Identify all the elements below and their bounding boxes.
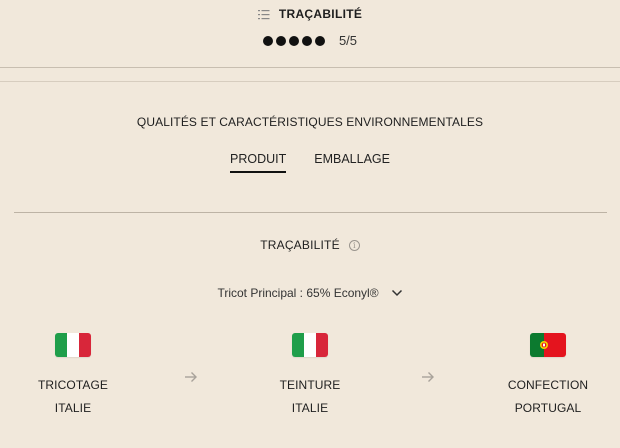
divider bbox=[0, 81, 620, 82]
rating-score: 5/5 bbox=[338, 33, 358, 48]
info-icon[interactable]: i bbox=[348, 239, 360, 251]
summary-title-label: TRAÇABILITÉ bbox=[278, 7, 363, 21]
traceability-summary: TRAÇABILITÉ 5/5 bbox=[0, 0, 620, 68]
list-icon bbox=[257, 9, 270, 20]
rating: 5/5 bbox=[0, 33, 620, 48]
rating-dot bbox=[301, 35, 312, 46]
step-country: PORTUGAL bbox=[514, 401, 582, 415]
trace-step-teinture: TEINTURE ITALIE bbox=[245, 333, 375, 415]
trace-step-confection: CONFECTION PORTUGAL bbox=[483, 333, 613, 415]
step-country: ITALIE bbox=[54, 401, 92, 415]
step-label: TRICOTAGE bbox=[37, 378, 108, 392]
traceability-heading: TRAÇABILITÉ i bbox=[0, 238, 620, 252]
material-selector[interactable]: Tricot Principal : 65% Econyl® bbox=[0, 286, 620, 300]
divider bbox=[14, 212, 607, 213]
tab-bar: PRODUIT EMBALLAGE bbox=[0, 152, 620, 173]
arrow-right-icon bbox=[184, 371, 198, 383]
step-label: TEINTURE bbox=[279, 378, 341, 392]
italy-flag-icon bbox=[292, 333, 328, 357]
italy-flag-icon bbox=[55, 333, 91, 357]
rating-dots bbox=[262, 35, 325, 46]
step-label: CONFECTION bbox=[507, 378, 589, 392]
rating-dot bbox=[262, 35, 273, 46]
tab-produit[interactable]: PRODUIT bbox=[230, 152, 287, 173]
section-title: QUALITÉS ET CARACTÉRISTIQUES ENVIRONNEME… bbox=[136, 115, 484, 129]
arrow-right-icon bbox=[421, 371, 435, 383]
summary-title: TRAÇABILITÉ bbox=[0, 7, 620, 21]
material-selector-value: Tricot Principal : 65% Econyl® bbox=[217, 286, 379, 300]
portugal-flag-icon bbox=[530, 333, 566, 357]
divider bbox=[0, 67, 620, 68]
rating-dot bbox=[275, 35, 286, 46]
rating-dot bbox=[288, 35, 299, 46]
step-country: ITALIE bbox=[291, 401, 329, 415]
trace-step-tricotage: TRICOTAGE ITALIE bbox=[8, 333, 138, 415]
chevron-down-icon[interactable] bbox=[391, 289, 403, 297]
traceability-title: TRAÇABILITÉ bbox=[260, 238, 340, 252]
tab-emballage[interactable]: EMBALLAGE bbox=[314, 152, 390, 173]
rating-dot bbox=[314, 35, 325, 46]
